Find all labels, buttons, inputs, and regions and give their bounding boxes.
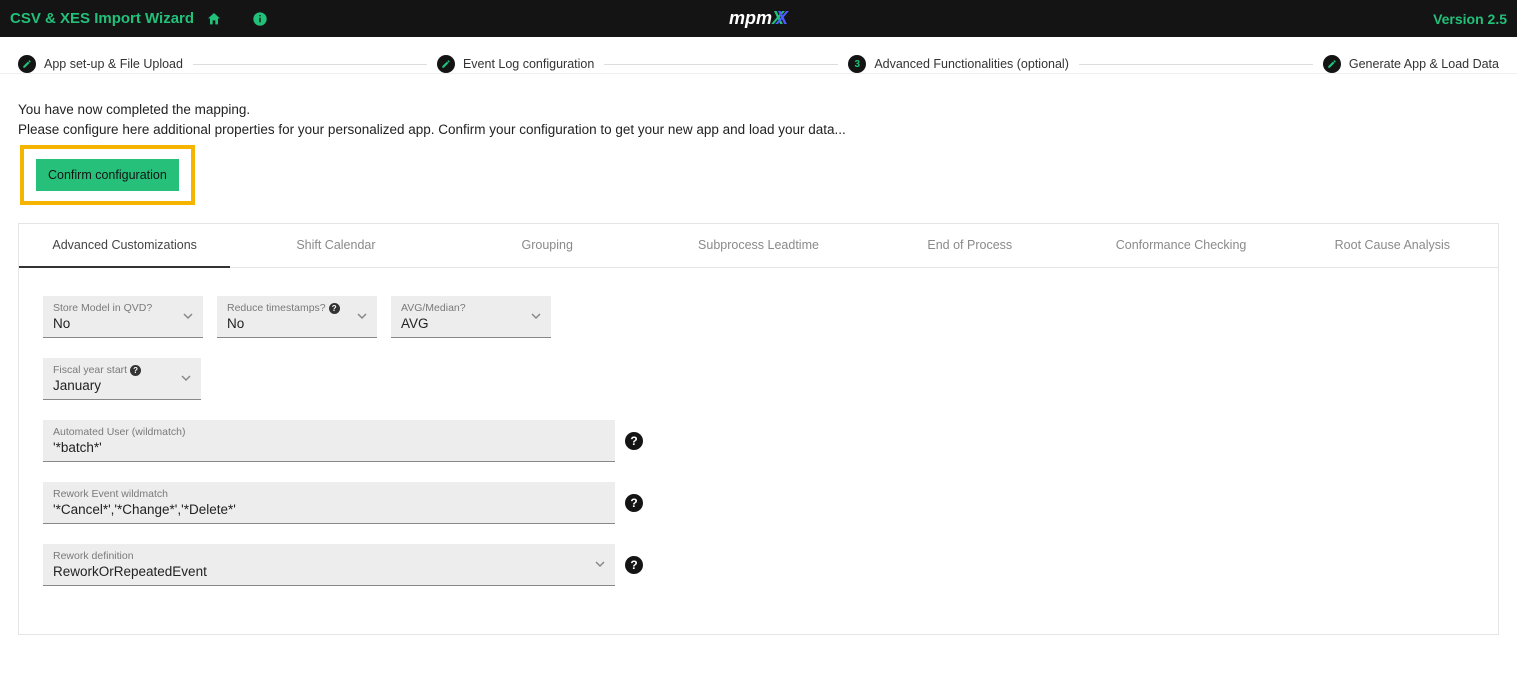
step-divider <box>604 64 838 65</box>
tabs: Advanced Customizations Shift Calendar G… <box>18 223 1499 268</box>
field-value: No <box>227 316 367 331</box>
rework-event-input[interactable]: Rework Event wildmatch '*Cancel*','*Chan… <box>43 482 615 524</box>
chevron-down-icon <box>357 308 367 326</box>
intro-text: You have now completed the mapping. Plea… <box>0 74 1517 205</box>
step-event-log[interactable]: Event Log configuration <box>437 55 594 73</box>
tab-conformance-checking[interactable]: Conformance Checking <box>1075 224 1286 268</box>
field-label: Fiscal year start ? <box>53 364 191 376</box>
step-generate[interactable]: Generate App & Load Data <box>1323 55 1499 73</box>
step-label: Generate App & Load Data <box>1349 57 1499 71</box>
version-label: Version 2.5 <box>1433 11 1507 27</box>
step-divider <box>193 64 427 65</box>
tab-end-of-process[interactable]: End of Process <box>864 224 1075 268</box>
store-model-select[interactable]: Store Model in QVD? No <box>43 296 203 338</box>
step-label: Advanced Functionalities (optional) <box>874 57 1069 71</box>
field-value: No <box>53 316 193 331</box>
help-icon[interactable]: ? <box>625 556 643 574</box>
confirm-button[interactable]: Confirm configuration <box>36 159 179 191</box>
chevron-down-icon <box>531 308 541 326</box>
field-value: '*batch*' <box>53 440 605 455</box>
stepper: App set-up & File Upload Event Log confi… <box>0 37 1517 74</box>
tab-advanced-customizations[interactable]: Advanced Customizations <box>19 224 230 268</box>
step-label: App set-up & File Upload <box>44 57 183 71</box>
field-label: Rework Event wildmatch <box>53 488 605 500</box>
tab-root-cause-analysis[interactable]: Root Cause Analysis <box>1287 224 1498 268</box>
intro-line-2: Please configure here additional propert… <box>18 120 1499 140</box>
panel-advanced-customizations: Store Model in QVD? No Reduce timestamps… <box>18 268 1499 635</box>
automated-user-input[interactable]: Automated User (wildmatch) '*batch*' <box>43 420 615 462</box>
reduce-timestamps-select[interactable]: Reduce timestamps? ? No <box>217 296 377 338</box>
chevron-down-icon <box>181 370 191 388</box>
field-label: AVG/Median? <box>401 302 541 314</box>
field-value: January <box>53 378 191 393</box>
chevron-down-icon <box>595 556 605 574</box>
field-value: AVG <box>401 316 541 331</box>
edit-icon <box>1323 55 1341 73</box>
tab-subprocess-leadtime[interactable]: Subprocess Leadtime <box>653 224 864 268</box>
field-label: Rework definition <box>53 550 605 562</box>
avg-median-select[interactable]: AVG/Median? AVG <box>391 296 551 338</box>
tab-grouping[interactable]: Grouping <box>442 224 653 268</box>
tab-shift-calendar[interactable]: Shift Calendar <box>230 224 441 268</box>
step-divider <box>1079 64 1313 65</box>
help-icon[interactable]: ? <box>625 494 643 512</box>
info-icon[interactable] <box>252 11 268 27</box>
edit-icon <box>18 55 36 73</box>
step-advanced[interactable]: 3 Advanced Functionalities (optional) <box>848 55 1069 73</box>
app-title: CSV & XES Import Wizard <box>10 10 194 27</box>
step-app-setup[interactable]: App set-up & File Upload <box>18 55 183 73</box>
step-label: Event Log configuration <box>463 57 594 71</box>
edit-icon <box>437 55 455 73</box>
confirm-highlight: Confirm configuration <box>20 145 195 205</box>
chevron-down-icon <box>183 308 193 326</box>
step-number-icon: 3 <box>848 55 866 73</box>
home-icon[interactable] <box>206 11 222 27</box>
intro-line-1: You have now completed the mapping. <box>18 100 1499 120</box>
help-icon[interactable]: ? <box>625 432 643 450</box>
field-value: '*Cancel*','*Change*','*Delete*' <box>53 502 605 517</box>
fiscal-year-select[interactable]: Fiscal year start ? January <box>43 358 201 400</box>
field-label: Automated User (wildmatch) <box>53 426 605 438</box>
field-label: Reduce timestamps? ? <box>227 302 367 314</box>
logo: mpmXX <box>729 8 788 29</box>
help-icon[interactable]: ? <box>329 303 340 314</box>
field-value: ReworkOrRepeatedEvent <box>53 564 605 579</box>
help-icon[interactable]: ? <box>130 365 141 376</box>
rework-definition-select[interactable]: Rework definition ReworkOrRepeatedEvent <box>43 544 615 586</box>
field-label: Store Model in QVD? <box>53 302 193 314</box>
topbar: CSV & XES Import Wizard mpmXX Version 2.… <box>0 0 1517 37</box>
